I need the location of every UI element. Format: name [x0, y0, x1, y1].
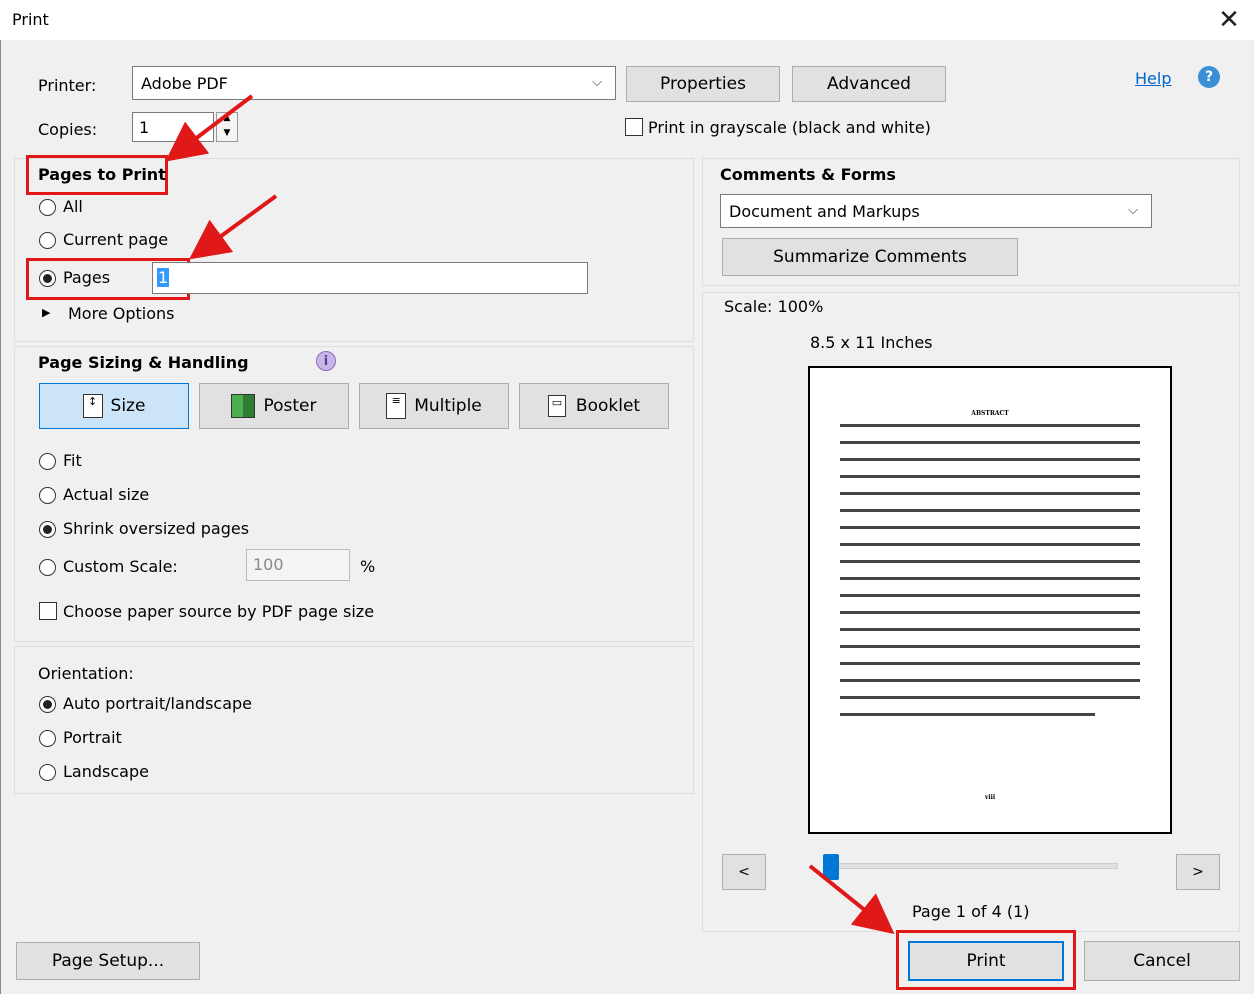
- annotation-arrows: [165, 94, 895, 935]
- arrow-to-print-button: [808, 864, 895, 935]
- arrow-to-pages-heading: [165, 94, 254, 162]
- arrow-to-pages-option: [189, 194, 278, 260]
